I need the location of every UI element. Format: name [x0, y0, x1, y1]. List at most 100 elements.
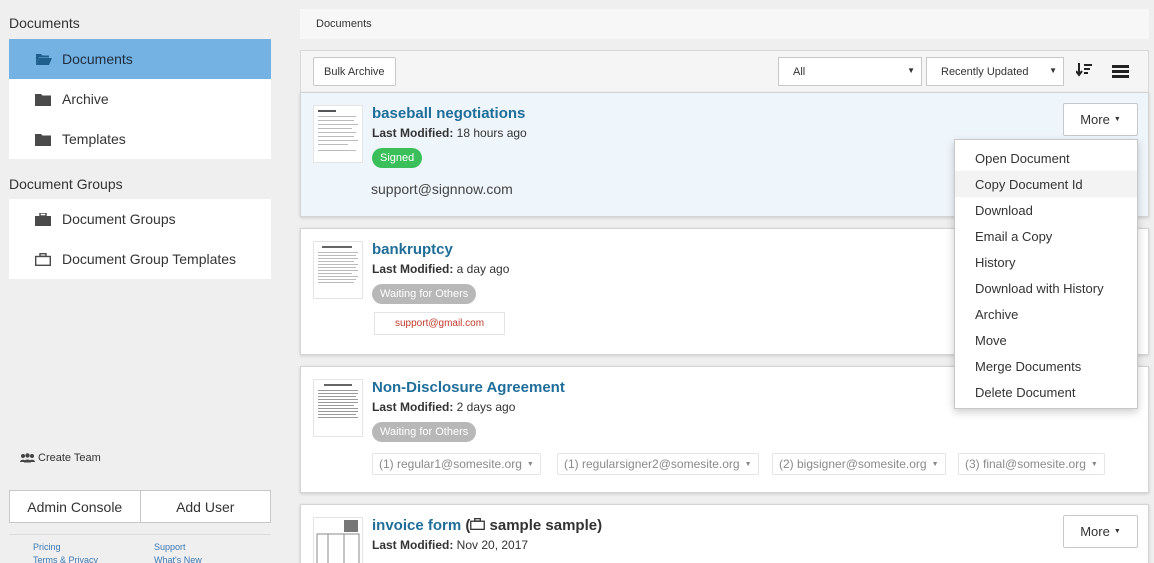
- support-link[interactable]: Support: [154, 542, 186, 552]
- last-modified-label: Last Modified:: [372, 538, 454, 552]
- sidebar-item-document-groups[interactable]: Document Groups: [9, 199, 271, 239]
- document-card[interactable]: invoice form ( sample sample) Last Modif…: [300, 504, 1149, 563]
- add-user-button[interactable]: Add User: [139, 491, 271, 522]
- sidebar-item-label: Templates: [62, 131, 126, 147]
- admin-buttons: Admin Console Add User: [9, 490, 271, 523]
- briefcase-outline-icon: [470, 517, 486, 534]
- document-group-name: sample sample): [489, 517, 603, 534]
- sidebar: Documents Documents Archive Templates Do…: [0, 0, 280, 563]
- last-modified: Last Modified: Nov 20, 2017: [372, 538, 528, 552]
- last-modified-label: Last Modified:: [372, 400, 454, 414]
- sidebar-item-label: Archive: [62, 91, 109, 107]
- document-thumbnail[interactable]: [313, 379, 363, 437]
- signer-chip-label: (1) regular1@somesite.org: [379, 457, 522, 471]
- last-modified-value: a day ago: [456, 262, 510, 276]
- sort-select-value: Recently Updated: [941, 65, 1029, 78]
- admin-console-button[interactable]: Admin Console: [10, 491, 140, 522]
- signer-chip[interactable]: (1) regular1@somesite.org ▼: [372, 453, 541, 475]
- filter-select[interactable]: All ▼: [778, 57, 922, 86]
- more-actions-menu: Open Document Copy Document Id Download …: [954, 139, 1138, 409]
- signer-chip-label: (2) bigsigner@somesite.org: [779, 457, 927, 471]
- menu-item-move[interactable]: Move: [955, 327, 1137, 353]
- more-button-label: More: [1080, 524, 1110, 539]
- signer-chip[interactable]: (1) regularsigner2@somesite.org ▼: [557, 453, 759, 475]
- sidebar-item-label: Documents: [62, 51, 133, 67]
- signer-email: support@gmail.com: [374, 312, 506, 335]
- create-team-link[interactable]: Create Team: [20, 452, 101, 464]
- list-view-icon[interactable]: [1112, 65, 1129, 83]
- bulk-archive-button[interactable]: Bulk Archive: [313, 57, 396, 86]
- document-toolbar: Bulk Archive All ▼ Recently Updated ▼: [300, 50, 1149, 92]
- last-modified: Last Modified: 2 days ago: [372, 400, 515, 414]
- sidebar-item-document-group-templates[interactable]: Document Group Templates: [9, 239, 271, 279]
- caret-down-icon: ▼: [1113, 116, 1121, 123]
- last-modified-value: Nov 20, 2017: [456, 538, 529, 552]
- menu-item-archive[interactable]: Archive: [955, 301, 1137, 327]
- breadcrumb: Documents: [300, 9, 1149, 39]
- sidebar-item-label: Document Group Templates: [62, 251, 237, 267]
- menu-item-open-document[interactable]: Open Document: [955, 145, 1137, 171]
- caret-down-icon: ▼: [1049, 66, 1057, 75]
- document-title-text: invoice form: [372, 517, 462, 534]
- signer-chip[interactable]: (3) final@somesite.org ▼: [958, 453, 1105, 475]
- caret-down-icon: ▼: [1090, 460, 1098, 468]
- signer-chip-label: (3) final@somesite.org: [965, 457, 1086, 471]
- team-icon: [20, 453, 35, 463]
- folder-open-icon: [34, 52, 52, 66]
- folder-icon: [34, 92, 52, 106]
- signer-chip[interactable]: (2) bigsigner@somesite.org ▼: [772, 453, 946, 475]
- menu-item-download-with-history[interactable]: Download with History: [955, 275, 1137, 301]
- document-groups-heading: Document Groups: [9, 176, 123, 192]
- signer-email: support@signnow.com: [371, 181, 513, 197]
- menu-item-merge-documents[interactable]: Merge Documents: [955, 353, 1137, 379]
- sort-select[interactable]: Recently Updated ▼: [926, 57, 1064, 86]
- pricing-link[interactable]: Pricing: [33, 542, 61, 552]
- more-button-label: More: [1080, 112, 1110, 127]
- document-title[interactable]: Non-Disclosure Agreement: [372, 379, 565, 396]
- last-modified: Last Modified: a day ago: [372, 262, 509, 276]
- documents-heading: Documents: [9, 15, 80, 31]
- whats-new-link[interactable]: What's New: [154, 555, 202, 563]
- document-thumbnail[interactable]: [313, 105, 363, 163]
- caret-down-icon: ▼: [931, 460, 939, 468]
- menu-item-copy-document-id[interactable]: Copy Document Id: [955, 171, 1137, 197]
- document-thumbnail[interactable]: [313, 517, 363, 563]
- more-button[interactable]: More ▼: [1063, 515, 1138, 548]
- last-modified-value: 2 days ago: [456, 400, 516, 414]
- sidebar-item-templates[interactable]: Templates: [9, 119, 271, 159]
- menu-item-history[interactable]: History: [955, 249, 1137, 275]
- caret-down-icon: ▼: [526, 460, 534, 468]
- breadcrumb-item[interactable]: Documents: [316, 18, 372, 30]
- terms-privacy-link[interactable]: Terms & Privacy: [33, 555, 98, 563]
- menu-item-email-a-copy[interactable]: Email a Copy: [955, 223, 1137, 249]
- filter-select-value: All: [793, 65, 806, 78]
- document-title[interactable]: baseball negotiations: [372, 105, 525, 122]
- briefcase-outline-icon: [34, 252, 52, 266]
- create-team-label: Create Team: [38, 452, 101, 464]
- menu-item-download[interactable]: Download: [955, 197, 1137, 223]
- status-badge: Waiting for Others: [372, 422, 477, 442]
- last-modified: Last Modified: 18 hours ago: [372, 126, 527, 140]
- last-modified-label: Last Modified:: [372, 126, 454, 140]
- status-badge: Waiting for Others: [372, 284, 477, 304]
- document-groups-nav: Document Groups Document Group Templates: [9, 199, 271, 279]
- status-badge: Signed: [372, 148, 423, 168]
- sidebar-item-label: Document Groups: [62, 211, 176, 227]
- last-modified-value: 18 hours ago: [456, 126, 527, 140]
- document-title[interactable]: bankruptcy: [372, 241, 453, 258]
- caret-down-icon: ▼: [907, 66, 915, 75]
- document-title[interactable]: invoice form ( sample sample): [372, 517, 602, 534]
- more-button[interactable]: More ▼: [1063, 103, 1138, 136]
- briefcase-icon: [34, 212, 52, 226]
- menu-item-delete-document[interactable]: Delete Document: [955, 379, 1137, 405]
- caret-down-icon: ▼: [1113, 528, 1121, 535]
- sidebar-divider: [9, 534, 271, 535]
- sidebar-item-archive[interactable]: Archive: [9, 79, 271, 119]
- document-thumbnail[interactable]: [313, 241, 363, 299]
- documents-nav: Documents Archive Templates: [9, 39, 271, 159]
- last-modified-label: Last Modified:: [372, 262, 454, 276]
- caret-down-icon: ▼: [744, 460, 752, 468]
- document-group-note: ( sample sample): [465, 517, 602, 534]
- sidebar-item-documents[interactable]: Documents: [9, 39, 271, 79]
- sort-descending-icon[interactable]: [1075, 63, 1092, 82]
